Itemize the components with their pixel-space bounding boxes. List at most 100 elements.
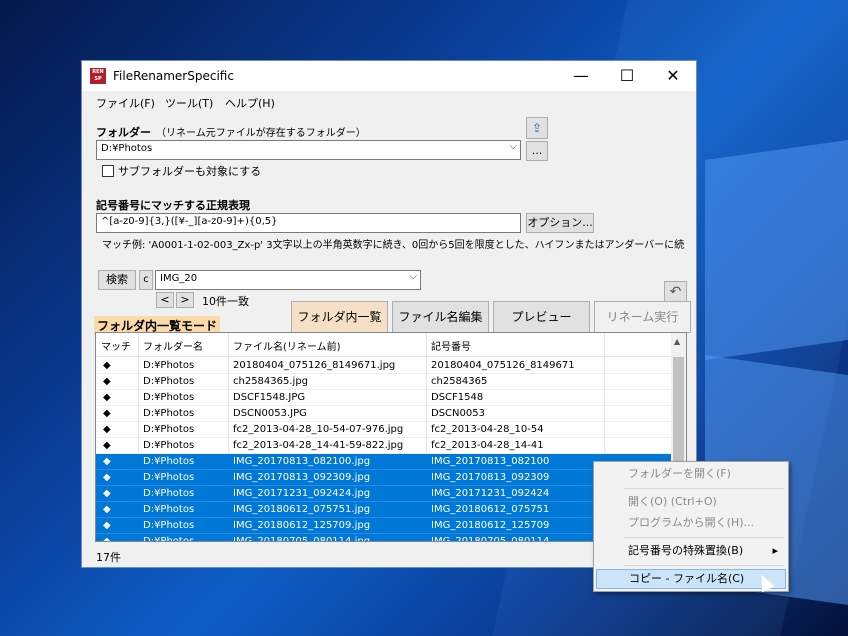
cell-folder: D:¥Photos <box>143 520 195 531</box>
menu-file[interactable]: ファイル(F) <box>96 95 155 111</box>
submenu-arrow-icon: ▸ <box>772 544 778 557</box>
cell-folder: D:¥Photos <box>143 440 195 451</box>
cell-filename: IMG_20171231_092424.jpg <box>233 488 371 499</box>
cell-match: ◆ <box>103 408 111 419</box>
cell-match: ◆ <box>103 440 111 451</box>
table-row[interactable]: ◆ D:¥Photos IMG_20170813_092309.jpg IMG_201… <box>96 470 673 486</box>
cell-folder: D:¥Photos <box>143 360 195 371</box>
cell-folder: D:¥Photos <box>143 536 195 542</box>
search-combobox[interactable]: IMG_20 ⌵ <box>155 270 421 290</box>
cell-folder: D:¥Photos <box>143 504 195 515</box>
item-count: 17件 <box>96 551 121 564</box>
ctx-open[interactable]: 開く(O) (Ctrl+O) <box>596 492 786 512</box>
chevron-down-icon: ⌵ <box>509 141 517 152</box>
cell-filename: IMG_20170813_092309.jpg <box>233 472 371 483</box>
undo-icon[interactable]: ↶ <box>664 281 687 303</box>
header-match[interactable]: マッチ <box>101 338 131 353</box>
wallpaper-pane <box>705 139 848 361</box>
cell-code: IMG_20180705_080114 <box>431 536 550 542</box>
cell-filename: ch2584365.jpg <box>233 376 309 387</box>
cell-code: IMG_20180612_075751 <box>431 504 550 515</box>
subfolder-label: サブフォルダーも対象にする <box>118 165 262 178</box>
table-row[interactable]: ◆ D:¥Photos IMG_20180612_075751.jpg IMG_201… <box>96 502 673 518</box>
chevron-down-icon: ⌵ <box>409 271 417 282</box>
ctx-open-with[interactable]: プログラムから開く(H)... <box>596 513 786 533</box>
cell-filename: IMG_20180705_080114.jpg <box>233 536 371 542</box>
cell-filename: fc2_2013-04-28_10-54-07-976.jpg <box>233 424 404 435</box>
cell-match: ◆ <box>103 392 111 403</box>
cell-filename: DSCF1548.JPG <box>233 392 306 403</box>
cell-folder: D:¥Photos <box>143 424 195 435</box>
cell-match: ◆ <box>103 472 111 483</box>
ctx-open-folder[interactable]: フォルダーを開く(F) <box>596 464 786 484</box>
menu-separator <box>624 488 784 489</box>
tab-folder-list[interactable]: フォルダ内一覧 <box>291 301 388 333</box>
folder-label: フォルダー <box>96 126 151 139</box>
cell-filename: IMG_20180612_125709.jpg <box>233 520 371 531</box>
window-title: FileRenamerSpecific <box>113 69 234 83</box>
table-row[interactable]: ◆ D:¥Photos 20180404_075126_8149671.jpg 201… <box>96 358 673 374</box>
cell-match: ◆ <box>103 536 111 542</box>
menu-help[interactable]: ヘルプ(H) <box>225 95 275 111</box>
ctx-special-replace[interactable]: 記号番号の特殊置換(B) ▸ <box>596 541 786 561</box>
match-count: 10件一致 <box>202 295 249 308</box>
menu-bar: ファイル(F) ツール(T) ヘルプ(H) <box>82 91 696 113</box>
search-value: IMG_20 <box>160 273 198 284</box>
minimize-button[interactable]: — <box>558 61 604 91</box>
header-filename[interactable]: ファイル名(リネーム前) <box>233 338 341 353</box>
scroll-up-icon[interactable]: ▲ <box>674 337 680 346</box>
tab-filename-edit[interactable]: ファイル名編集 <box>392 301 489 333</box>
cell-folder: D:¥Photos <box>143 472 195 483</box>
match-example-text: マッチ例: 'A0001-1-02-003_Zx-p' 3文字以上の半角英数字に… <box>102 240 685 251</box>
table-header: マッチ フォルダー名 ファイル名(リネーム前) 記号番号 <box>96 333 673 357</box>
cell-match: ◆ <box>103 504 111 515</box>
cell-match: ◆ <box>103 376 111 387</box>
tab-rename-execute[interactable]: リネーム実行 <box>594 301 691 333</box>
cell-code: IMG_20171231_092424 <box>431 488 550 499</box>
table-row[interactable]: ◆ D:¥Photos fc2_2013-04-28_10-54-07-976.jp… <box>96 422 673 438</box>
browse-button[interactable]: ... <box>526 141 548 161</box>
table-row[interactable]: ◆ D:¥Photos ch2584365.jpg ch2584365 <box>96 374 673 390</box>
header-folder[interactable]: フォルダー名 <box>143 338 203 353</box>
prev-match-button[interactable]: < <box>156 292 174 308</box>
options-button[interactable]: オプション... <box>526 213 594 233</box>
next-match-button[interactable]: > <box>176 292 194 308</box>
cell-code: fc2_2013-04-28_14-41 <box>431 440 544 451</box>
cell-filename: fc2_2013-04-28_14-41-59-822.jpg <box>233 440 404 451</box>
table-row[interactable]: ◆ D:¥Photos IMG_20180705_080114.jpg IMG_201… <box>96 534 673 542</box>
cell-folder: D:¥Photos <box>143 392 195 403</box>
menu-separator <box>624 565 784 566</box>
tab-preview[interactable]: プレビュー <box>493 301 590 333</box>
cell-match: ◆ <box>103 360 111 371</box>
context-menu: フォルダーを開く(F) 開く(O) (Ctrl+O) プログラムから開く(H).… <box>593 461 789 592</box>
cell-filename: IMG_20180612_075751.jpg <box>233 504 371 515</box>
cell-code: DSCF1548 <box>431 392 484 403</box>
cell-code: fc2_2013-04-28_10-54 <box>431 424 544 435</box>
table-row[interactable]: ◆ D:¥Photos DSCN0053.JPG DSCN0053 <box>96 406 673 422</box>
table-row[interactable]: ◆ D:¥Photos IMG_20171231_092424.jpg IMG_201… <box>96 486 673 502</box>
regex-input[interactable]: ^[a-z0-9]{3,}([¥-_][a-z0-9]+){0,5} <box>96 213 521 233</box>
folder-open-icon[interactable]: ⇪ <box>526 117 548 139</box>
cell-folder: D:¥Photos <box>143 408 195 419</box>
cell-code: 20180404_075126_8149671 <box>431 360 575 371</box>
app-icon: REN SP <box>90 68 106 84</box>
cell-match: ◆ <box>103 456 111 467</box>
table-row[interactable]: ◆ D:¥Photos DSCF1548.JPG DSCF1548 <box>96 390 673 406</box>
table-row[interactable]: ◆ D:¥Photos IMG_20170813_082100.jpg IMG_201… <box>96 454 673 470</box>
table-row[interactable]: ◆ D:¥Photos IMG_20180612_125709.jpg IMG_201… <box>96 518 673 534</box>
subfolder-checkbox[interactable] <box>102 165 114 177</box>
case-sensitive-toggle[interactable]: c <box>139 270 153 290</box>
cell-folder: D:¥Photos <box>143 488 195 499</box>
close-button[interactable]: ✕ <box>650 61 696 91</box>
folder-path-combobox[interactable]: D:¥Photos ⌵ <box>96 140 521 160</box>
folder-hint: （リネーム元ファイルが存在するフォルダー） <box>156 128 366 139</box>
title-bar[interactable]: REN SP FileRenamerSpecific — ☐ ✕ <box>82 61 696 91</box>
header-code[interactable]: 記号番号 <box>431 338 471 353</box>
cell-filename: DSCN0053.JPG <box>233 408 307 419</box>
cell-filename: 20180404_075126_8149671.jpg <box>233 360 396 371</box>
menu-tools[interactable]: ツール(T) <box>165 95 213 111</box>
maximize-button[interactable]: ☐ <box>604 61 650 91</box>
table-row[interactable]: ◆ D:¥Photos fc2_2013-04-28_14-41-59-822.jp… <box>96 438 673 454</box>
search-button[interactable]: 検索 <box>98 270 136 290</box>
regex-label: 記号番号にマッチする正規表現 <box>96 199 250 212</box>
